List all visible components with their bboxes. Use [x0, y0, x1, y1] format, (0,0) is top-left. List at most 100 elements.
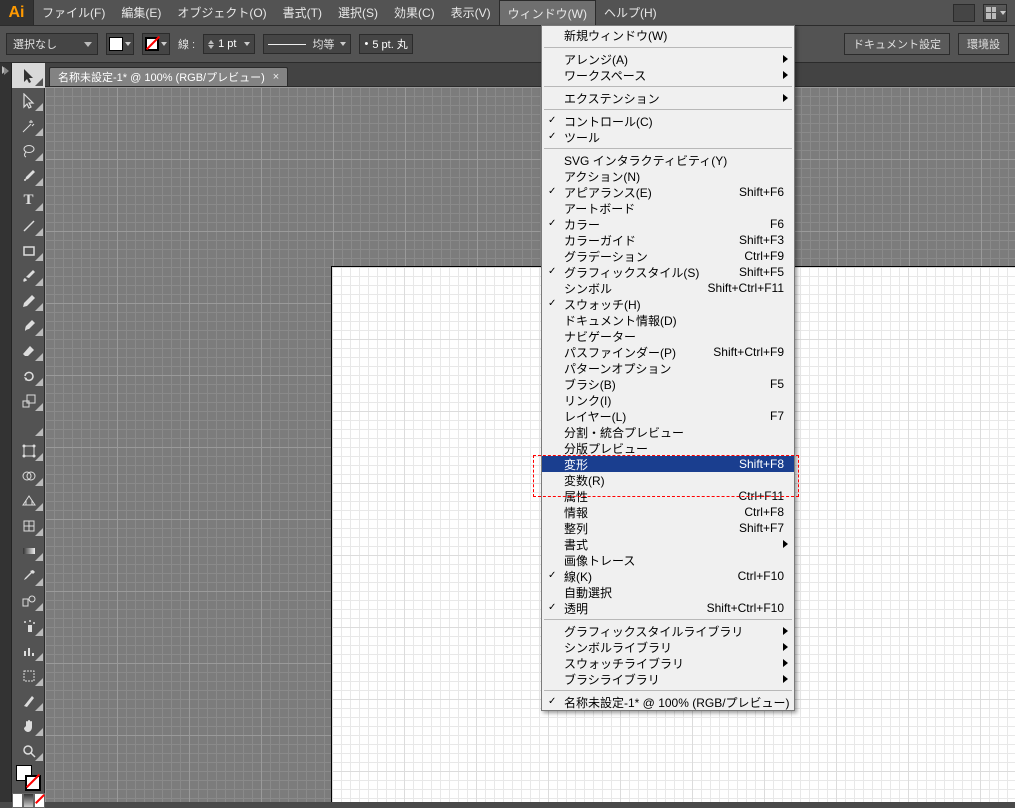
perspective-tool[interactable] — [12, 488, 45, 513]
menu-item-2[interactable]: アレンジ(A) — [542, 51, 794, 67]
scale-tool[interactable] — [12, 388, 45, 413]
close-icon[interactable]: × — [273, 71, 279, 83]
menu-効果[interactable]: 効果(C) — [386, 0, 443, 25]
menu-item-27[interactable]: 分割・統合プレビュー — [542, 424, 794, 440]
type-tool[interactable]: T — [12, 188, 45, 213]
menu-ヘルプ[interactable]: ヘルプ(H) — [596, 0, 665, 25]
free-transform-tool[interactable] — [12, 438, 45, 463]
stroke-weight-field[interactable]: 1 pt — [203, 34, 255, 54]
variable-width-profile[interactable]: 均等 — [263, 34, 351, 54]
pencil-tool[interactable] — [12, 288, 45, 313]
menu-ファイル[interactable]: ファイル(F) — [34, 0, 113, 25]
menu-item-34[interactable]: 書式 — [542, 536, 794, 552]
menu-item-26[interactable]: レイヤー(L)F7 — [542, 408, 794, 424]
line-tool[interactable] — [12, 213, 45, 238]
eyedropper-tool[interactable] — [12, 563, 45, 588]
stroke-swatch[interactable] — [142, 33, 170, 55]
menu-item-37[interactable]: 自動選択 — [542, 584, 794, 600]
menu-item-21[interactable]: ナビゲーター — [542, 328, 794, 344]
menu-書式[interactable]: 書式(T) — [275, 0, 330, 25]
menu-item-25[interactable]: リンク(I) — [542, 392, 794, 408]
eraser-tool[interactable] — [12, 338, 45, 363]
menu-item-24[interactable]: ブラシ(B)F5 — [542, 376, 794, 392]
menu-item-19[interactable]: ✓スウォッチ(H) — [542, 296, 794, 312]
paintbrush-tool[interactable] — [12, 263, 45, 288]
zoom-tool[interactable] — [12, 738, 45, 763]
fill-stroke-swatch[interactable] — [12, 763, 45, 793]
menu-item-38[interactable]: ✓透明Shift+Ctrl+F10 — [542, 600, 794, 616]
fill-swatch[interactable] — [106, 33, 134, 55]
menu-編集[interactable]: 編集(E) — [113, 0, 169, 25]
symbol-sprayer-tool[interactable] — [12, 613, 45, 638]
menu-item-18[interactable]: シンボルShift+Ctrl+F11 — [542, 280, 794, 296]
menu-item-41[interactable]: シンボルライブラリ — [542, 639, 794, 655]
menu-item-0[interactable]: 新規ウィンドウ(W) — [542, 26, 794, 44]
document-tab[interactable]: 名称未設定-1* @ 100% (RGB/プレビュー) × — [49, 67, 288, 86]
menu-item-11[interactable]: アクション(N) — [542, 168, 794, 184]
preferences-button[interactable]: 環境設 — [958, 33, 1009, 55]
brush-definition[interactable]: •5 pt. 丸 — [359, 34, 412, 54]
menu-item-13[interactable]: アートボード — [542, 200, 794, 216]
doc-setup-button[interactable]: ドキュメント設定 — [844, 33, 950, 55]
menu-item-31[interactable]: 属性Ctrl+F11 — [542, 488, 794, 504]
menu-item-12[interactable]: ✓アピアランス(E)Shift+F6 — [542, 184, 794, 200]
menu-item-30[interactable]: 変数(R) — [542, 472, 794, 488]
menu-item-28[interactable]: 分版プレビュー — [542, 440, 794, 456]
menu-item-45[interactable]: ✓名称未設定-1* @ 100% (RGB/プレビュー) — [542, 694, 794, 710]
menu-item-15[interactable]: カラーガイドShift+F3 — [542, 232, 794, 248]
menu-item-16[interactable]: グラデーションCtrl+F9 — [542, 248, 794, 264]
menu-表示[interactable]: 表示(V) — [443, 0, 499, 25]
menu-オブジェクト[interactable]: オブジェクト(O) — [169, 0, 274, 25]
canvas[interactable] — [45, 87, 1015, 802]
color-mode-row[interactable] — [12, 793, 45, 808]
menu-選択[interactable]: 選択(S) — [330, 0, 386, 25]
selection-indicator[interactable]: 選択なし — [6, 33, 98, 55]
direct-selection-tool[interactable] — [12, 88, 45, 113]
gradient-tool[interactable] — [12, 538, 45, 563]
window-menu-dropdown[interactable]: 新規ウィンドウ(W) アレンジ(A)ワークスペースエクステンション ✓コントロール(… — [541, 25, 795, 711]
menu-item-33[interactable]: 整列Shift+F7 — [542, 520, 794, 536]
mesh-tool[interactable] — [12, 513, 45, 538]
menu-item-23[interactable]: パターンオプション — [542, 360, 794, 376]
control-bar: 選択なし 線 : 1 pt 均等 •5 pt. 丸 ドキュメント設定 環境設 — [0, 25, 1015, 63]
blob-brush-tool[interactable] — [12, 313, 45, 338]
menu-ウィンドウ[interactable]: ウィンドウ(W) — [499, 0, 596, 25]
menu-item-14[interactable]: ✓カラーF6 — [542, 216, 794, 232]
menu-item-42[interactable]: スウォッチライブラリ — [542, 655, 794, 671]
menu-item-3[interactable]: ワークスペース — [542, 67, 794, 83]
slice-tool[interactable] — [12, 688, 45, 713]
menu-item-29[interactable]: 変形Shift+F8 — [542, 456, 794, 472]
app-badge: Ai — [0, 0, 34, 25]
menu-item-8[interactable]: ✓ツール — [542, 129, 794, 145]
brush-value: 5 pt. 丸 — [372, 36, 407, 52]
blend-tool[interactable] — [12, 588, 45, 613]
menubar-right — [953, 0, 1015, 25]
document-area: 名称未設定-1* @ 100% (RGB/プレビュー) × — [45, 63, 1015, 802]
menu-item-35[interactable]: 画像トレース — [542, 552, 794, 568]
rectangle-tool[interactable] — [12, 238, 45, 263]
menu-item-22[interactable]: パスファインダー(P)Shift+Ctrl+F9 — [542, 344, 794, 360]
selection-tool[interactable] — [12, 63, 45, 88]
panel-expander[interactable] — [0, 63, 12, 802]
hand-tool[interactable] — [12, 713, 45, 738]
bridge-button[interactable] — [953, 4, 975, 22]
column-graph-tool[interactable] — [12, 638, 45, 663]
menu-item-32[interactable]: 情報Ctrl+F8 — [542, 504, 794, 520]
shape-builder-tool[interactable] — [12, 463, 45, 488]
width-tool[interactable] — [12, 413, 45, 438]
menu-item-5[interactable]: エクステンション — [542, 90, 794, 106]
menu-item-43[interactable]: ブラシライブラリ — [542, 671, 794, 687]
artboard-tool[interactable] — [12, 663, 45, 688]
arrange-docs-button[interactable] — [983, 4, 1007, 22]
rotate-tool[interactable] — [12, 363, 45, 388]
menu-item-17[interactable]: ✓グラフィックスタイル(S)Shift+F5 — [542, 264, 794, 280]
lasso-tool[interactable] — [12, 138, 45, 163]
document-tab-title: 名称未設定-1* @ 100% (RGB/プレビュー) — [58, 69, 265, 85]
magic-wand-tool[interactable] — [12, 113, 45, 138]
menu-item-40[interactable]: グラフィックスタイルライブラリ — [542, 623, 794, 639]
pen-tool[interactable] — [12, 163, 45, 188]
menu-item-7[interactable]: ✓コントロール(C) — [542, 113, 794, 129]
menu-item-20[interactable]: ドキュメント情報(D) — [542, 312, 794, 328]
menu-item-36[interactable]: ✓線(K)Ctrl+F10 — [542, 568, 794, 584]
menu-item-10[interactable]: SVG インタラクティビティ(Y) — [542, 152, 794, 168]
